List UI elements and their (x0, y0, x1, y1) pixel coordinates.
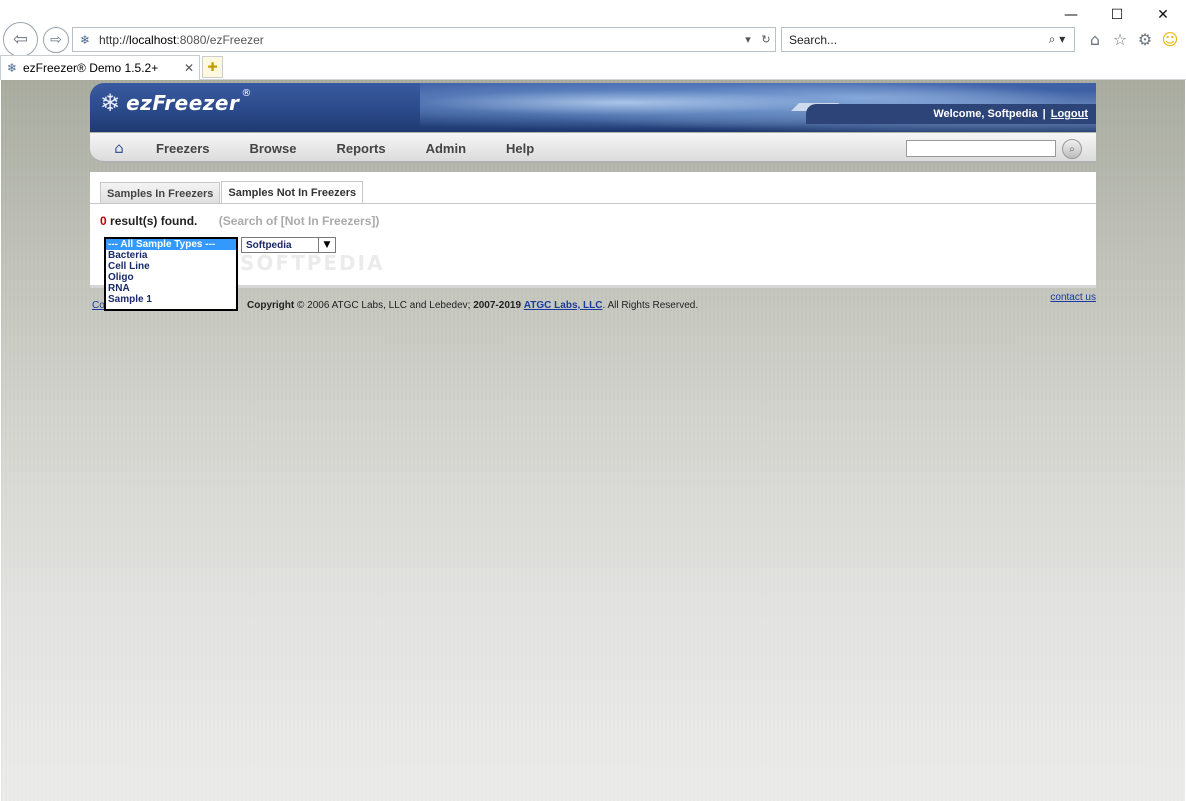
site-icon: ❄ (79, 32, 91, 47)
footer-left-link[interactable]: Co (92, 300, 105, 311)
rights-text: . All Rights Reserved. (602, 300, 699, 311)
tab-close-icon[interactable]: ✕ (179, 61, 199, 75)
copyright-years: 2007-2019 (473, 300, 522, 311)
url-path: :8080/ezFreezer (176, 32, 264, 47)
settings-icon[interactable]: ⚙ (1134, 28, 1156, 50)
results-summary: 0 result(s) found. (Search of [Not In Fr… (100, 214, 379, 228)
browser-toolbar: ⌂ ☆ ⚙ ☺ (1084, 28, 1181, 50)
tab-title: ezFreezer® Demo 1.5.2+ (23, 61, 159, 75)
tab-favicon-icon: ❄ (6, 61, 18, 75)
smiley-icon[interactable]: ☺ (1159, 28, 1181, 50)
sample-type-option-rna[interactable]: RNA (106, 283, 236, 294)
home-icon[interactable]: ⌂ (110, 139, 128, 157)
copyright-label: Copyright (247, 300, 295, 311)
sample-type-option-all[interactable]: --- All Sample Types --- (106, 239, 236, 250)
forward-icon: ⇨ (50, 32, 62, 48)
nav-items: Freezers Browse Reports Admin Help (156, 133, 574, 163)
app-logo[interactable]: ❄ ezFreezer ® (100, 87, 252, 118)
nav-browse[interactable]: Browse (249, 141, 296, 156)
search-scope: (Search of [Not In Freezers]) (218, 214, 380, 228)
chevron-down-icon: ▼ (318, 238, 335, 252)
search-icon[interactable]: ⌕ ▾ (1040, 32, 1074, 47)
sample-type-option-bacteria[interactable]: Bacteria (106, 250, 236, 261)
back-button[interactable]: ⇦ (3, 22, 38, 57)
footer-divider (90, 285, 1096, 288)
magnifier-icon: ⌕ (1069, 143, 1075, 155)
address-bar[interactable]: ❄ http://localhost:8080/ezFreezer ▾ ↻ (72, 27, 776, 52)
browser-search-box[interactable]: ⌕ ▾ (781, 27, 1075, 52)
url-host: localhost (129, 32, 177, 47)
new-tab-icon: ✚ (207, 60, 218, 74)
tab-divider (90, 203, 1096, 204)
nav-help[interactable]: Help (506, 141, 534, 156)
app-search-button[interactable]: ⌕ (1062, 139, 1082, 159)
logout-link[interactable]: Logout (1051, 108, 1088, 120)
tab-samples-in-freezers[interactable]: Samples In Freezers (100, 182, 221, 204)
refresh-icon[interactable]: ↻ (757, 33, 775, 46)
main-nav: ⌂ Freezers Browse Reports Admin Help ⌕ (90, 133, 1096, 163)
sample-tabs: Samples In Freezers Samples Not In Freez… (100, 181, 364, 204)
tab-samples-not-in-freezers[interactable]: Samples Not In Freezers (221, 181, 364, 204)
tab-bar: ❄ ezFreezer® Demo 1.5.2+ ✕ ✚ (0, 55, 1186, 80)
copyright-text: © 2006 ATGC Labs, LLC and Lebedev; (294, 300, 474, 311)
contact-us-link[interactable]: contact us (1050, 292, 1096, 303)
company-link[interactable]: ATGC Labs, LLC (524, 300, 603, 311)
logo-registered-mark: ® (241, 87, 252, 99)
back-icon: ⇦ (12, 29, 29, 50)
app-search-input[interactable] (906, 140, 1056, 157)
sample-type-option-sample-1[interactable]: Sample 1 (106, 294, 236, 305)
address-url[interactable]: http://localhost:8080/ezFreezer (95, 33, 739, 47)
owner-select[interactable]: Softpedia ▼ (241, 237, 336, 253)
welcome-text: Welcome, Softpedia (933, 108, 1038, 120)
result-label: result(s) found. (110, 214, 198, 228)
watermark: SOFTPEDIA (240, 251, 385, 275)
sample-type-option-cell-line[interactable]: Cell Line (106, 261, 236, 272)
new-tab-button[interactable]: ✚ (202, 56, 223, 78)
maximize-button[interactable]: ☐ (1094, 0, 1140, 30)
home-icon[interactable]: ⌂ (1084, 28, 1106, 50)
nav-freezers[interactable]: Freezers (156, 141, 209, 156)
app-header: ❄ ezFreezer ® Welcome, Softpedia | Logou… (90, 83, 1096, 132)
welcome-separator: | (1042, 108, 1046, 120)
result-count: 0 (100, 214, 107, 228)
forward-button[interactable]: ⇨ (43, 27, 69, 53)
window-controls: — ☐ ✕ (1048, 0, 1186, 30)
sample-type-listbox[interactable]: --- All Sample Types --- Bacteria Cell L… (104, 237, 238, 311)
dropdown-icon[interactable]: ▾ (739, 33, 757, 46)
content-panel: Samples In Freezers Samples Not In Freez… (90, 172, 1096, 311)
footer-copyright: Copyright © 2006 ATGC Labs, LLC and Lebe… (247, 300, 698, 311)
owner-select-value: Softpedia (246, 239, 292, 251)
nav-admin[interactable]: Admin (426, 141, 466, 156)
sample-type-option-oligo[interactable]: Oligo (106, 272, 236, 283)
browser-search-input[interactable] (782, 28, 1040, 51)
snowflake-icon: ❄ (100, 89, 121, 117)
close-button[interactable]: ✕ (1140, 0, 1186, 30)
browser-chrome: — ☐ ✕ ⇦ ⇨ ❄ http://localhost:8080/ezFree… (0, 0, 1186, 80)
welcome-bar: Welcome, Softpedia | Logout (806, 104, 1096, 124)
browser-tab[interactable]: ❄ ezFreezer® Demo 1.5.2+ ✕ (0, 55, 200, 80)
minimize-button[interactable]: — (1048, 0, 1094, 30)
nav-reports[interactable]: Reports (336, 141, 385, 156)
logo-text: ezFreezer (126, 91, 240, 115)
favorites-icon[interactable]: ☆ (1109, 28, 1131, 50)
url-scheme: http:// (99, 32, 130, 47)
